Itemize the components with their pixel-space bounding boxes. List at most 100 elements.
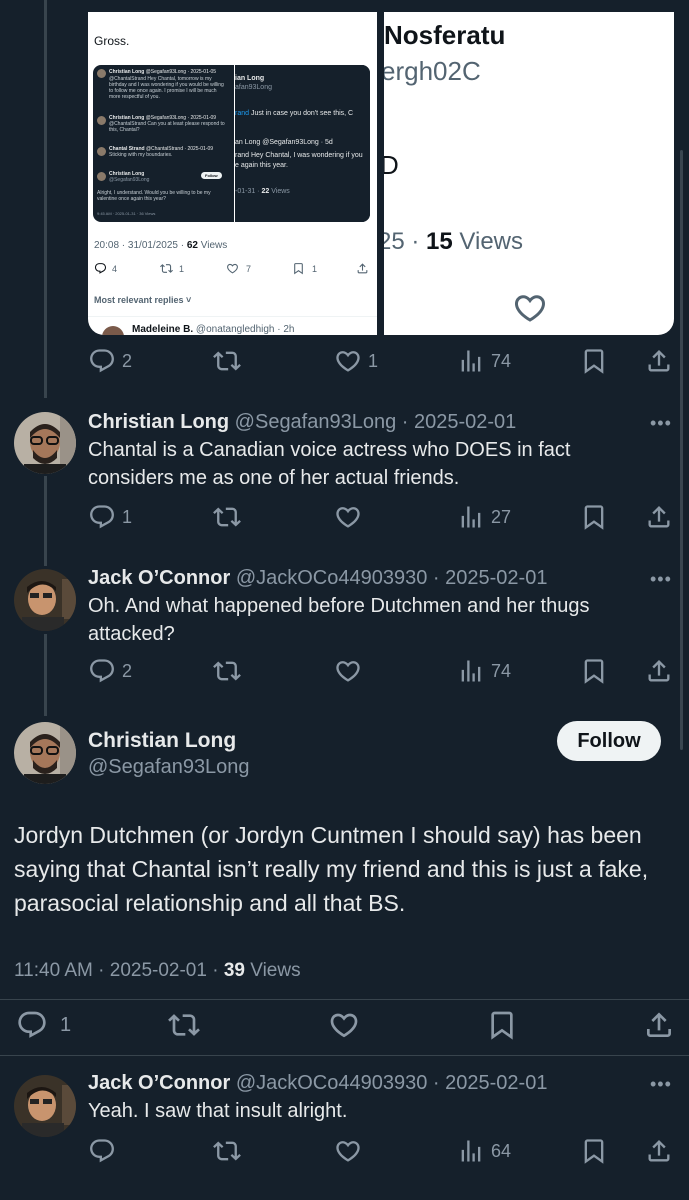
views-count: 27 xyxy=(491,506,512,527)
author-name[interactable]: Jack O’Connor xyxy=(88,567,230,589)
bookmark-icon xyxy=(580,657,608,685)
share-button[interactable] xyxy=(645,1137,673,1165)
reply-icon xyxy=(88,503,116,531)
retweet-icon xyxy=(160,262,173,277)
author-handle[interactable]: @JackOCo44903930 · 2025-02-01 xyxy=(236,1072,548,1094)
tweet-author-line: Jack O’Connor @JackOCo44903930 · 2025-02… xyxy=(88,567,547,590)
views-count: 74 xyxy=(491,350,512,371)
divider xyxy=(0,999,689,1000)
like-button[interactable] xyxy=(334,503,362,531)
bookmark-button[interactable] xyxy=(580,1137,608,1165)
bookmark-count: 1 xyxy=(312,264,318,274)
avatar[interactable] xyxy=(14,1075,76,1137)
attached-image-profile[interactable]: Nosferatu ergh02C D 25 · 15 Views xyxy=(384,12,674,335)
reply-button[interactable] xyxy=(88,1137,116,1165)
retweet-button[interactable] xyxy=(213,347,241,375)
share-button[interactable] xyxy=(645,503,673,531)
avatar[interactable] xyxy=(14,412,76,474)
mini-text: rand Hey Chantal, I was wondering if you xyxy=(235,152,363,159)
views-icon xyxy=(457,347,485,375)
views-icon xyxy=(457,1137,485,1165)
bookmark-icon xyxy=(486,1009,518,1041)
views-icon xyxy=(457,657,485,685)
avatar[interactable] xyxy=(14,569,76,631)
tweet-text: Jordyn Dutchmen (or Jordyn Cuntmen I sho… xyxy=(14,822,649,916)
tweet-author-line: Christian Long @Segafan93Long · 2025-02-… xyxy=(88,411,516,434)
bookmark-button[interactable] xyxy=(580,503,608,531)
share-button[interactable] xyxy=(645,657,673,685)
tweet-author-line: Jack O’Connor @JackOCo44903930 · 2025-02… xyxy=(88,1072,547,1095)
embedded-thread-screenshot: Christian Long @Segafan93Long · 2025-01-… xyxy=(93,65,370,222)
retweet-button[interactable] xyxy=(168,1009,200,1041)
avatar[interactable] xyxy=(14,722,76,784)
views-count: 64 xyxy=(491,1140,512,1161)
tweet-text: Chantal is a Canadian voice actress who … xyxy=(88,439,571,489)
share-icon xyxy=(645,1137,673,1165)
reply-button[interactable]: 1 xyxy=(88,503,132,531)
tweet-meta: 11:40 AM · 2025-02-01 · 39 Views xyxy=(14,960,301,982)
author-name[interactable]: Christian Long xyxy=(88,729,236,753)
like-button[interactable]: 1 xyxy=(334,347,378,375)
like-button[interactable] xyxy=(334,657,362,685)
views-button[interactable]: 74 xyxy=(457,347,511,375)
mini-text: rand Just in case you don't see this, C xyxy=(235,110,354,117)
scrollbar-thumb[interactable] xyxy=(680,150,683,750)
quoted-caption: Gross. xyxy=(94,34,130,48)
author-handle[interactable]: @JackOCo44903930 · 2025-02-01 xyxy=(236,567,548,589)
author-name[interactable]: Jack O’Connor xyxy=(88,1072,230,1094)
author-handle[interactable]: @Segafan93Long · 2025-02-01 xyxy=(235,411,517,433)
mini-text: Sticking with my boundaries. xyxy=(109,152,173,158)
retweet-button[interactable] xyxy=(213,503,241,531)
more-options-button[interactable]: ••• xyxy=(650,1074,672,1095)
author-handle[interactable]: @Segafan93Long xyxy=(88,756,250,779)
views-button[interactable]: 74 xyxy=(457,657,511,685)
views-count: 39 xyxy=(223,960,245,981)
tweet-timestamp[interactable]: 11:40 AM · 2025-02-01 · xyxy=(14,960,219,981)
profile-text: D xyxy=(384,150,399,180)
retweet-button[interactable] xyxy=(213,1137,241,1165)
reply-count: 1 xyxy=(122,506,133,527)
tweet-text: Oh. And what happened before Dutchmen an… xyxy=(88,595,590,645)
bookmark-icon xyxy=(580,503,608,531)
reply-button[interactable]: 2 xyxy=(88,657,132,685)
mini-text: @ChantalStrand Can you at least please r… xyxy=(109,121,225,133)
like-button[interactable] xyxy=(328,1009,360,1041)
profile-name: Nosferatu xyxy=(384,20,506,50)
retweet-count: 1 xyxy=(179,264,185,274)
views-button[interactable]: 64 xyxy=(457,1137,511,1165)
share-icon xyxy=(645,503,673,531)
bookmark-button[interactable] xyxy=(580,657,608,685)
retweet-icon xyxy=(213,347,241,375)
retweet-icon xyxy=(213,503,241,531)
reply-button[interactable]: 2 xyxy=(88,347,132,375)
mini-time: -01-31 · 22 Views xyxy=(235,188,290,195)
reply-icon xyxy=(88,657,116,685)
attached-image-screenshot[interactable]: Gross. Christian Long @Segafan93Long · 2… xyxy=(88,12,377,335)
reply-icon xyxy=(94,262,107,277)
reply-count: 4 xyxy=(112,264,118,274)
bookmark-button[interactable] xyxy=(486,1009,518,1041)
mini-author: an Long @Segafan93Long · 5d xyxy=(235,139,333,146)
more-options-button[interactable]: ••• xyxy=(650,569,672,590)
mini-text: e again this year. xyxy=(235,162,288,169)
views-button[interactable]: 27 xyxy=(457,503,511,531)
avatar xyxy=(97,116,106,125)
like-count: 1 xyxy=(368,350,379,371)
mini-author: ian Long xyxy=(235,75,265,82)
bookmark-icon xyxy=(580,1137,608,1165)
follow-button[interactable]: Follow xyxy=(557,721,661,761)
share-icon xyxy=(645,347,673,375)
like-button[interactable] xyxy=(334,1137,362,1165)
more-options-button[interactable]: ••• xyxy=(650,413,672,434)
like-count: 7 xyxy=(246,264,252,274)
divider xyxy=(0,1055,689,1056)
like-icon xyxy=(334,657,362,685)
retweet-button[interactable] xyxy=(213,657,241,685)
thread-line-1 xyxy=(44,476,47,566)
bookmark-button[interactable] xyxy=(580,347,608,375)
share-button[interactable] xyxy=(645,347,673,375)
divider xyxy=(88,316,377,317)
share-button[interactable] xyxy=(643,1009,675,1041)
author-name[interactable]: Christian Long xyxy=(88,411,229,433)
reply-button[interactable]: 1 xyxy=(16,1009,71,1041)
